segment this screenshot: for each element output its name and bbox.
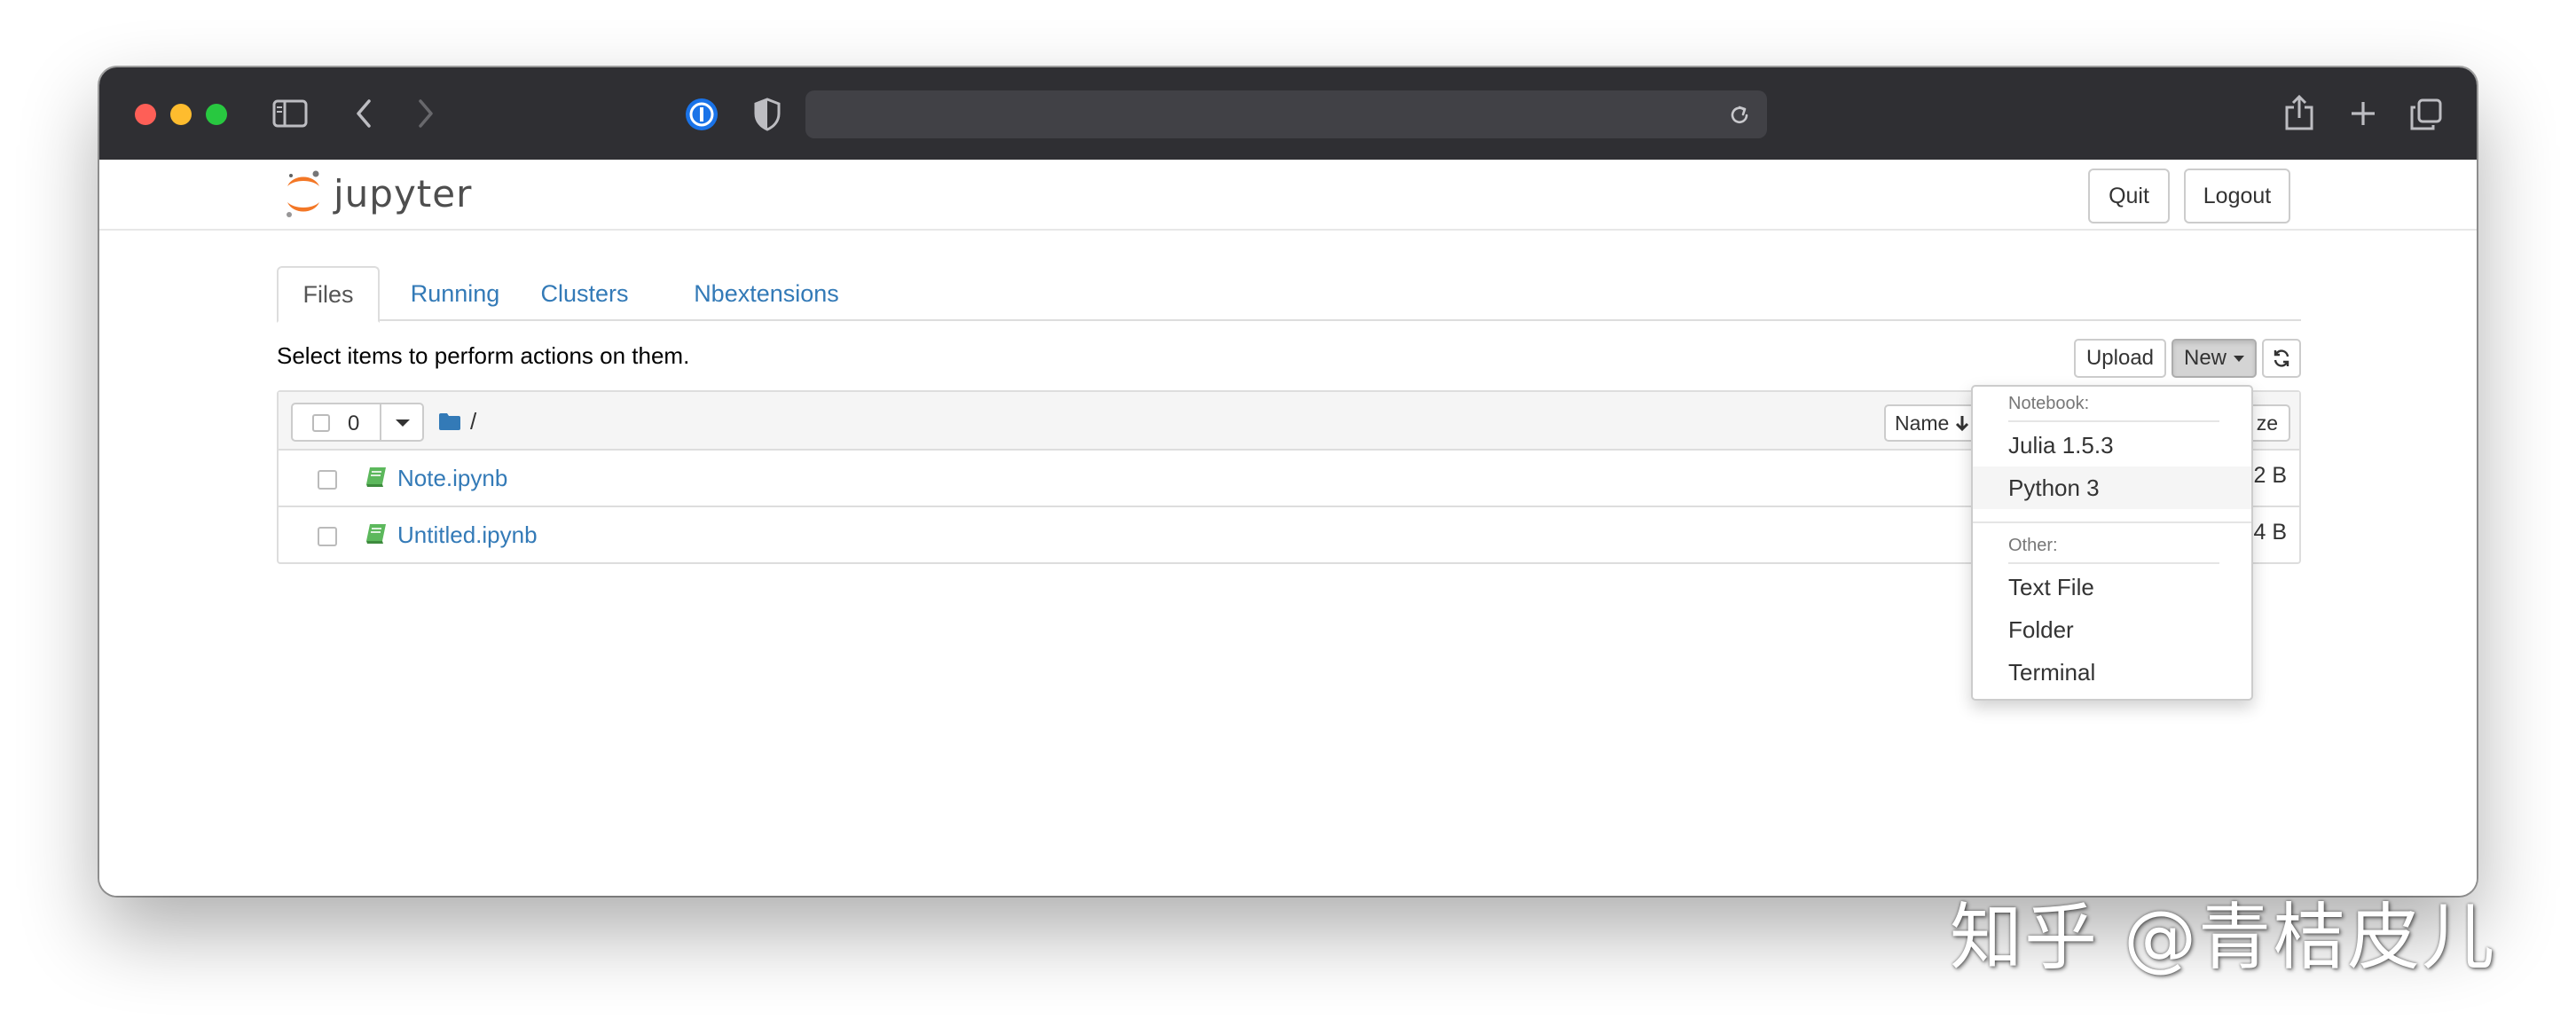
- jupyter-logo-text: jupyter: [334, 171, 473, 216]
- jupyter-page: jupyter Quit Logout Files Running Cluste…: [99, 160, 2477, 896]
- new-dropdown-button[interactable]: New: [2172, 339, 2257, 378]
- select-all-group: 0: [291, 403, 424, 442]
- new-button-label: New: [2183, 346, 2227, 370]
- tab-bar: Files Running Clusters Nbextensions: [277, 266, 2301, 323]
- watermark-text: 知乎 @青桔皮儿: [1950, 896, 2497, 980]
- back-icon[interactable]: [348, 96, 380, 131]
- refresh-icon: [2274, 349, 2289, 367]
- menu-divider: [1973, 521, 2251, 523]
- menu-item-terminal[interactable]: Terminal: [1973, 651, 2251, 694]
- notebook-icon: [366, 467, 386, 487]
- browser-window: jupyter Quit Logout Files Running Cluste…: [99, 67, 2477, 896]
- address-bar[interactable]: [805, 90, 1767, 138]
- upload-button[interactable]: Upload: [2074, 339, 2166, 378]
- tabs-overview-icon[interactable]: [2407, 96, 2445, 133]
- file-name-link[interactable]: Untitled.ipynb: [397, 521, 538, 549]
- file-size: 4 B: [2253, 520, 2287, 545]
- forward-icon[interactable]: [410, 96, 442, 131]
- password-manager-icon[interactable]: [683, 96, 720, 133]
- jupyter-logo[interactable]: jupyter: [282, 167, 472, 220]
- row-checkbox[interactable]: [318, 470, 337, 490]
- refresh-button[interactable]: [2262, 339, 2301, 378]
- minimize-window-button[interactable]: [170, 104, 192, 125]
- sidebar-icon[interactable]: [271, 98, 309, 129]
- select-all-checkbox[interactable]: [312, 414, 330, 432]
- menu-header-underline: [2008, 562, 2219, 564]
- menu-item-python3[interactable]: Python 3: [1973, 466, 2251, 509]
- caret-down-icon: [2234, 355, 2244, 362]
- instructions-text: Select items to perform actions on them.: [277, 342, 690, 369]
- privacy-shield-icon[interactable]: [750, 96, 784, 133]
- new-tab-icon[interactable]: [2345, 96, 2381, 131]
- tab-files[interactable]: Files: [277, 266, 380, 323]
- tab-clusters[interactable]: Clusters: [527, 266, 642, 321]
- zoom-window-button[interactable]: [206, 104, 227, 125]
- jupyter-logo-icon: [287, 170, 319, 217]
- tab-nbextensions[interactable]: Nbextensions: [662, 266, 871, 321]
- file-name-link[interactable]: Note.ipynb: [397, 465, 507, 492]
- jupyter-header: jupyter Quit Logout: [99, 160, 2477, 231]
- selected-count: 0: [348, 412, 360, 435]
- menu-item-julia[interactable]: Julia 1.5.3: [1973, 424, 2251, 466]
- menu-item-text-file[interactable]: Text File: [1973, 566, 2251, 608]
- share-icon[interactable]: [2281, 92, 2317, 133]
- menu-header-other: Other:: [2008, 536, 2058, 555]
- select-menu-caret-icon[interactable]: [396, 419, 410, 427]
- arrow-down-icon: [1956, 416, 1969, 432]
- notebook-icon: [366, 524, 386, 544]
- row-checkbox[interactable]: [318, 527, 337, 546]
- menu-header-underline: [2008, 420, 2219, 422]
- close-window-button[interactable]: [135, 104, 156, 125]
- new-dropdown-menu: Notebook: Julia 1.5.3 Python 3 Other: Te…: [1971, 385, 2253, 701]
- folder-icon[interactable]: [438, 412, 461, 431]
- sort-by-name-button[interactable]: Name: [1884, 404, 1982, 442]
- breadcrumb-root[interactable]: /: [470, 408, 476, 435]
- tab-running[interactable]: Running: [397, 266, 513, 321]
- logout-button[interactable]: Logout: [2184, 169, 2290, 223]
- sort-label: Name: [1895, 411, 1950, 435]
- breadcrumb: /: [438, 406, 476, 436]
- browser-toolbar: [99, 67, 2477, 160]
- quit-button[interactable]: Quit: [2088, 169, 2170, 223]
- divider: [380, 404, 381, 440]
- reload-icon[interactable]: [1728, 104, 1751, 127]
- menu-item-folder[interactable]: Folder: [1973, 608, 2251, 651]
- menu-header-notebook: Notebook:: [2008, 394, 2090, 413]
- file-size: 2 B: [2253, 463, 2287, 488]
